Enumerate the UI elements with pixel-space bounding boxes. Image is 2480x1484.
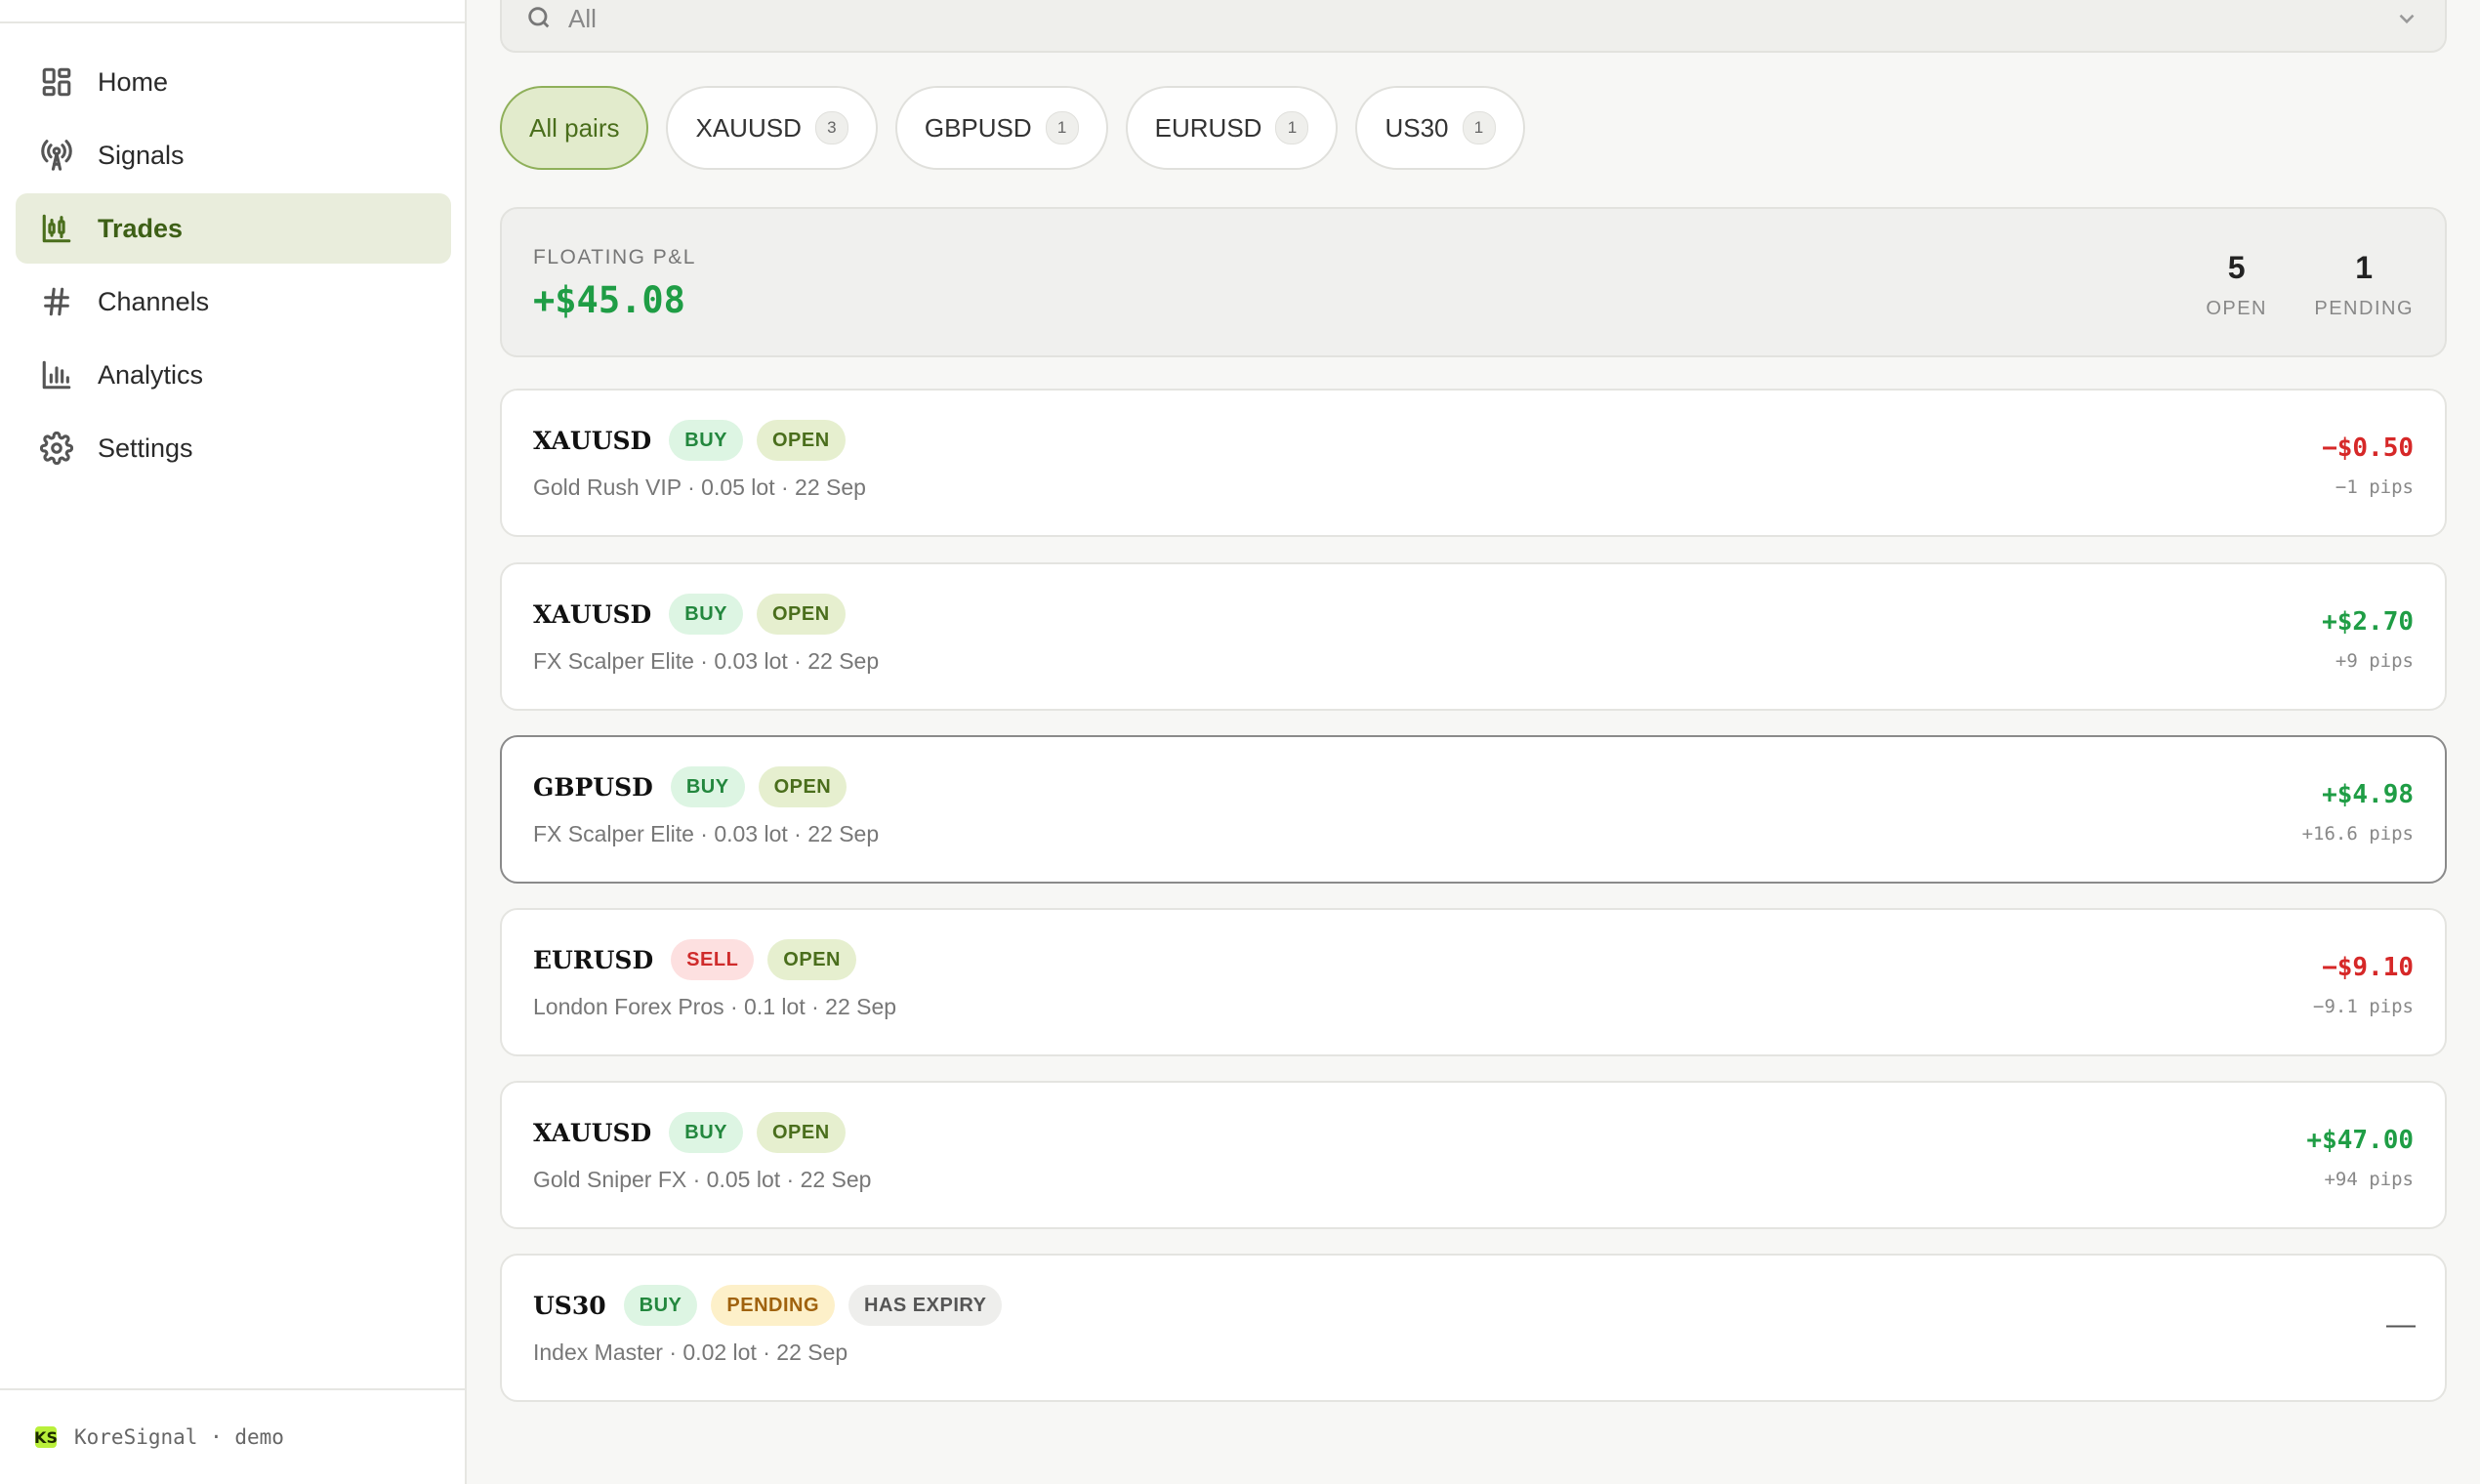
sidebar-header [0, 0, 467, 23]
candlestick-icon [39, 211, 74, 246]
app-logo: KS [34, 1426, 58, 1448]
trade-pnl: −$9.10 [2322, 953, 2414, 982]
side-badge: BUY [669, 420, 743, 461]
trade-pnl: +$47.00 [2306, 1126, 2414, 1155]
grid-icon [39, 64, 74, 100]
sidebar-item-settings[interactable]: Settings [16, 413, 451, 483]
pending-count: 1 [2355, 250, 2374, 285]
open-count: 5 [2227, 250, 2246, 285]
pair-select-value: All [568, 4, 597, 33]
sidebar-item-channels[interactable]: Channels [16, 267, 451, 337]
filter-pill-eurusd[interactable]: EURUSD 1 [1125, 86, 1339, 170]
floating-pnl-summary: FLOATING P&L +$45.08 5 OPEN 1 PENDING [500, 207, 2447, 357]
sidebar-item-label: Settings [98, 433, 193, 463]
status-badge: OPEN [767, 939, 856, 980]
sidebar-item-label: Home [98, 66, 169, 97]
trade-pnl: +$4.98 [2322, 780, 2414, 809]
status-badge: PENDING [711, 1285, 836, 1326]
trade-meta: FX Scalper Elite · 0.03 lot · 22 Sep [533, 821, 880, 846]
main-content: All All pairs XAUUSD 3 GBPUSD 1 EURUSD 1… [467, 0, 2480, 1484]
pending-count-label: PENDING [2314, 298, 2414, 319]
expiry-badge: HAS EXPIRY [848, 1285, 1003, 1326]
trade-meta: FX Scalper Elite · 0.03 lot · 22 Sep [533, 648, 880, 674]
trade-pips: −9.1 pips [2313, 996, 2414, 1017]
trade-symbol: XAUUSD [533, 426, 652, 455]
open-count-stat: 5 OPEN [2206, 250, 2267, 320]
trade-meta: Index Master · 0.02 lot · 22 Sep [533, 1340, 848, 1365]
chevron-down-icon [2394, 6, 2419, 36]
trade-meta: Gold Sniper FX · 0.05 lot · 22 Sep [533, 1167, 872, 1192]
sidebar-item-label: Channels [98, 286, 210, 316]
filter-pill-all[interactable]: All pairs [500, 86, 649, 170]
side-badge: BUY [669, 1112, 743, 1153]
trade-symbol: GBPUSD [533, 772, 653, 802]
trade-symbol: XAUUSD [533, 1118, 652, 1147]
status-badge: OPEN [756, 594, 846, 635]
side-badge: BUY [669, 594, 743, 635]
filter-pill-count: 1 [1462, 111, 1496, 144]
app-name: KoreSignal · demo [74, 1425, 284, 1449]
trade-pnl: +$2.70 [2322, 607, 2414, 637]
trade-pnl: −$0.50 [2322, 433, 2414, 463]
side-badge: SELL [671, 939, 755, 980]
filter-pill-count: 3 [814, 111, 848, 144]
filter-pill-count: 1 [1045, 111, 1079, 144]
bar-chart-icon [39, 357, 74, 392]
side-badge: BUY [670, 766, 745, 807]
filter-pill-label: EURUSD [1154, 112, 1262, 143]
hash-icon [39, 284, 74, 319]
filter-pill-count: 1 [1275, 111, 1309, 144]
sidebar-nav: Home Signals Trades Channels Analytics S… [16, 47, 451, 486]
pending-count-stat: 1 PENDING [2314, 250, 2414, 320]
pair-filter-bar: All pairs XAUUSD 3 GBPUSD 1 EURUSD 1 US3… [500, 86, 1525, 170]
trade-symbol: EURUSD [533, 945, 654, 974]
trade-card[interactable]: XAUUSD BUY OPEN Gold Sniper FX · 0.05 lo… [500, 1081, 2447, 1229]
trade-symbol: XAUUSD [533, 599, 652, 629]
filter-pill-label: All pairs [529, 112, 620, 143]
sidebar: Home Signals Trades Channels Analytics S… [0, 0, 467, 1484]
trade-meta: Gold Rush VIP · 0.05 lot · 22 Sep [533, 474, 866, 500]
filter-pill-label: XAUUSD [695, 112, 802, 143]
sidebar-item-label: Signals [98, 140, 185, 170]
filter-pill-label: US30 [1385, 112, 1449, 143]
open-count-label: OPEN [2206, 298, 2267, 319]
trade-card[interactable]: XAUUSD BUY OPEN Gold Rush VIP · 0.05 lot… [500, 389, 2447, 537]
trade-symbol: US30 [533, 1291, 606, 1320]
sidebar-item-analytics[interactable]: Analytics [16, 340, 451, 410]
sidebar-item-signals[interactable]: Signals [16, 120, 451, 190]
sidebar-item-trades[interactable]: Trades [16, 193, 451, 264]
trade-pips: +16.6 pips [2301, 823, 2414, 845]
sidebar-item-label: Analytics [98, 359, 204, 390]
trade-meta: London Forex Pros · 0.1 lot · 22 Sep [533, 994, 897, 1019]
trade-pnl: — [2386, 1308, 2416, 1340]
filter-pill-us30[interactable]: US30 1 [1355, 86, 1525, 170]
status-badge: OPEN [758, 766, 847, 807]
status-badge: OPEN [756, 1112, 846, 1153]
trade-pips: +9 pips [2335, 650, 2414, 672]
status-badge: OPEN [756, 420, 846, 461]
filter-pill-gbpusd[interactable]: GBPUSD 1 [894, 86, 1108, 170]
trade-card[interactable]: US30 BUY PENDING HAS EXPIRY Index Master… [500, 1254, 2447, 1402]
pair-select[interactable]: All [500, 0, 2447, 53]
search-icon [525, 4, 555, 33]
trade-pips: +94 pips [2324, 1169, 2414, 1190]
side-badge: BUY [623, 1285, 698, 1326]
broadcast-icon [39, 138, 74, 173]
filter-pill-label: GBPUSD [924, 112, 1032, 143]
trade-card[interactable]: XAUUSD BUY OPEN FX Scalper Elite · 0.03 … [500, 562, 2447, 711]
filter-pill-xauusd[interactable]: XAUUSD 3 [666, 86, 878, 170]
trade-card[interactable]: GBPUSD BUY OPEN FX Scalper Elite · 0.03 … [500, 735, 2447, 884]
trade-card[interactable]: EURUSD SELL OPEN London Forex Pros · 0.1… [500, 908, 2447, 1056]
sidebar-item-home[interactable]: Home [16, 47, 451, 117]
floating-pnl-value: +$45.08 [533, 279, 685, 321]
sidebar-footer: KS KoreSignal · demo [0, 1388, 467, 1484]
sidebar-item-label: Trades [98, 213, 184, 243]
gear-icon [39, 431, 74, 466]
trade-pips: −1 pips [2335, 476, 2414, 498]
floating-pnl-label: FLOATING P&L [533, 246, 696, 268]
